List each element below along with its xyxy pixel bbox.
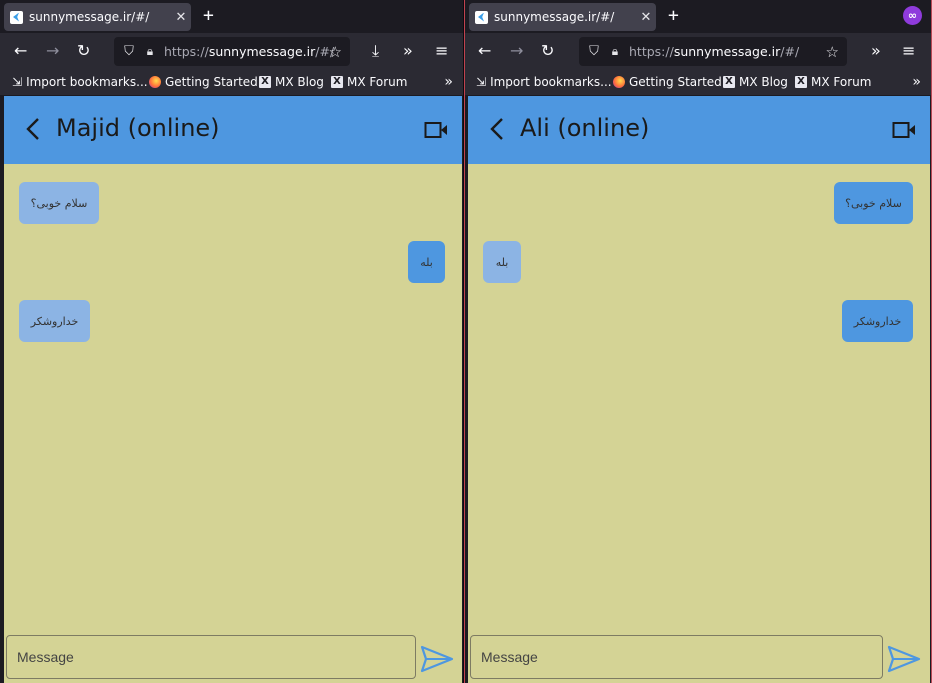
menu-hamburger-icon[interactable]: ≡ bbox=[435, 41, 448, 61]
bookmark-mx-forum[interactable]: X MX Forum bbox=[795, 75, 871, 89]
private-browsing-mask-icon[interactable]: ∞ bbox=[903, 6, 922, 25]
video-call-icon[interactable] bbox=[892, 121, 916, 139]
reload-icon[interactable]: ↻ bbox=[77, 41, 90, 61]
import-icon: ⇲ bbox=[12, 75, 23, 89]
bookmarks-bar: ⇲ Import bookmarks... Getting Started X MX… bbox=[0, 70, 463, 95]
send-icon[interactable] bbox=[887, 645, 921, 673]
forward-arrow-icon[interactable]: → bbox=[510, 41, 523, 61]
back-chevron-icon[interactable] bbox=[486, 116, 510, 142]
tracking-shield-icon[interactable]: ⛉ bbox=[587, 44, 601, 59]
bookmark-getting-started[interactable]: Getting Started bbox=[149, 75, 258, 89]
message-bubble-incoming: خداروشکر bbox=[19, 300, 90, 342]
overflow-chevrons-icon[interactable]: » bbox=[403, 41, 413, 61]
mx-icon: X bbox=[723, 76, 735, 88]
browser-window-left: sunnymessage.ir/#/ ✕ + ← → ↻ ⛉ 🔒︎ https:… bbox=[0, 0, 463, 683]
downloads-icon[interactable]: ⤓ bbox=[372, 41, 379, 61]
tab-title: sunnymessage.ir/#/ bbox=[29, 10, 150, 24]
send-icon[interactable] bbox=[420, 645, 454, 673]
url-text: https://sunnymessage.ir/#/ bbox=[164, 44, 335, 59]
new-tab-plus-icon[interactable]: + bbox=[668, 5, 679, 27]
bookmark-getting-started[interactable]: Getting Started bbox=[613, 75, 722, 89]
mx-icon: X bbox=[795, 76, 807, 88]
bookmark-mx-blog[interactable]: X MX Blog bbox=[259, 75, 324, 89]
chat-app: Ali (online) سلام خوبی؟ بله خداروشکر Mes… bbox=[468, 96, 930, 683]
forward-arrow-icon[interactable]: → bbox=[46, 41, 59, 61]
back-chevron-icon[interactable] bbox=[22, 116, 46, 142]
chat-app-bar: Ali (online) bbox=[468, 96, 930, 164]
mx-icon: X bbox=[259, 76, 271, 88]
new-tab-plus-icon[interactable]: + bbox=[203, 5, 214, 27]
tab-close-icon[interactable]: ✕ bbox=[171, 10, 191, 25]
url-text: https://sunnymessage.ir/#/ bbox=[629, 44, 800, 59]
navigation-toolbar: ← → ↻ ⛉ 🔒︎ https://sunnymessage.ir/#/ ☆ … bbox=[465, 33, 931, 70]
bookmark-mx-forum[interactable]: X MX Forum bbox=[331, 75, 407, 89]
bookmarks-bar: ⇲ Import bookmarks... Getting Started X MX… bbox=[465, 70, 931, 95]
message-bubble-outgoing: بله bbox=[408, 241, 445, 283]
bookmarks-overflow-icon[interactable]: » bbox=[912, 74, 921, 90]
overflow-chevrons-icon[interactable]: » bbox=[871, 41, 881, 61]
bookmarks-overflow-icon[interactable]: » bbox=[444, 74, 453, 90]
address-bar[interactable]: ⛉ 🔒︎ https://sunnymessage.ir/#/ ☆ bbox=[114, 37, 350, 66]
menu-hamburger-icon[interactable]: ≡ bbox=[902, 41, 915, 61]
reload-icon[interactable]: ↻ bbox=[541, 41, 554, 61]
tracking-shield-icon[interactable]: ⛉ bbox=[122, 44, 136, 59]
bookmark-mx-blog[interactable]: X MX Blog bbox=[723, 75, 788, 89]
bookmark-star-icon[interactable]: ☆ bbox=[329, 43, 342, 61]
lock-icon[interactable]: 🔒︎ bbox=[144, 44, 156, 59]
firefox-icon bbox=[149, 76, 161, 88]
navigation-toolbar: ← → ↻ ⛉ 🔒︎ https://sunnymessage.ir/#/ ☆ … bbox=[0, 33, 463, 70]
import-icon: ⇲ bbox=[476, 75, 487, 89]
back-arrow-icon[interactable]: ← bbox=[14, 41, 27, 61]
tab-title: sunnymessage.ir/#/ bbox=[494, 10, 615, 24]
message-input[interactable]: Message bbox=[6, 635, 416, 679]
video-call-icon[interactable] bbox=[424, 121, 448, 139]
chat-app-bar: Majid (online) bbox=[4, 96, 462, 164]
tab-strip: sunnymessage.ir/#/ ✕ + bbox=[0, 0, 463, 33]
browser-window-right: sunnymessage.ir/#/ ✕ + ∞ ← → ↻ ⛉ 🔒︎ http… bbox=[465, 0, 932, 683]
bookmark-import[interactable]: ⇲ Import bookmarks... bbox=[476, 75, 612, 89]
firefox-icon bbox=[613, 76, 625, 88]
tab-strip: sunnymessage.ir/#/ ✕ + ∞ bbox=[465, 0, 931, 33]
message-bubble-outgoing: خداروشکر bbox=[842, 300, 913, 342]
message-bubble-outgoing: سلام خوبی؟ bbox=[834, 182, 913, 224]
mx-icon: X bbox=[331, 76, 343, 88]
flutter-favicon-icon bbox=[475, 10, 488, 24]
message-bubble-incoming: سلام خوبی؟ bbox=[19, 182, 99, 224]
bookmark-import[interactable]: ⇲ Import bookmarks... bbox=[12, 75, 148, 89]
browser-tab[interactable]: sunnymessage.ir/#/ ✕ bbox=[4, 3, 191, 31]
flutter-favicon-icon bbox=[10, 10, 23, 24]
chat-peer-title: Majid (online) bbox=[56, 114, 220, 142]
lock-icon[interactable]: 🔒︎ bbox=[609, 44, 621, 59]
browser-tab[interactable]: sunnymessage.ir/#/ ✕ bbox=[469, 3, 656, 31]
chat-app: Majid (online) سلام خوبی؟ بله خداروشکر M… bbox=[4, 96, 462, 683]
address-bar[interactable]: ⛉ 🔒︎ https://sunnymessage.ir/#/ ☆ bbox=[579, 37, 847, 66]
chat-peer-title: Ali (online) bbox=[520, 114, 650, 142]
message-input[interactable]: Message bbox=[470, 635, 883, 679]
bookmark-star-icon[interactable]: ☆ bbox=[826, 43, 839, 61]
back-arrow-icon[interactable]: ← bbox=[478, 41, 491, 61]
message-bubble-incoming: بله bbox=[483, 241, 521, 283]
tab-close-icon[interactable]: ✕ bbox=[636, 10, 656, 25]
